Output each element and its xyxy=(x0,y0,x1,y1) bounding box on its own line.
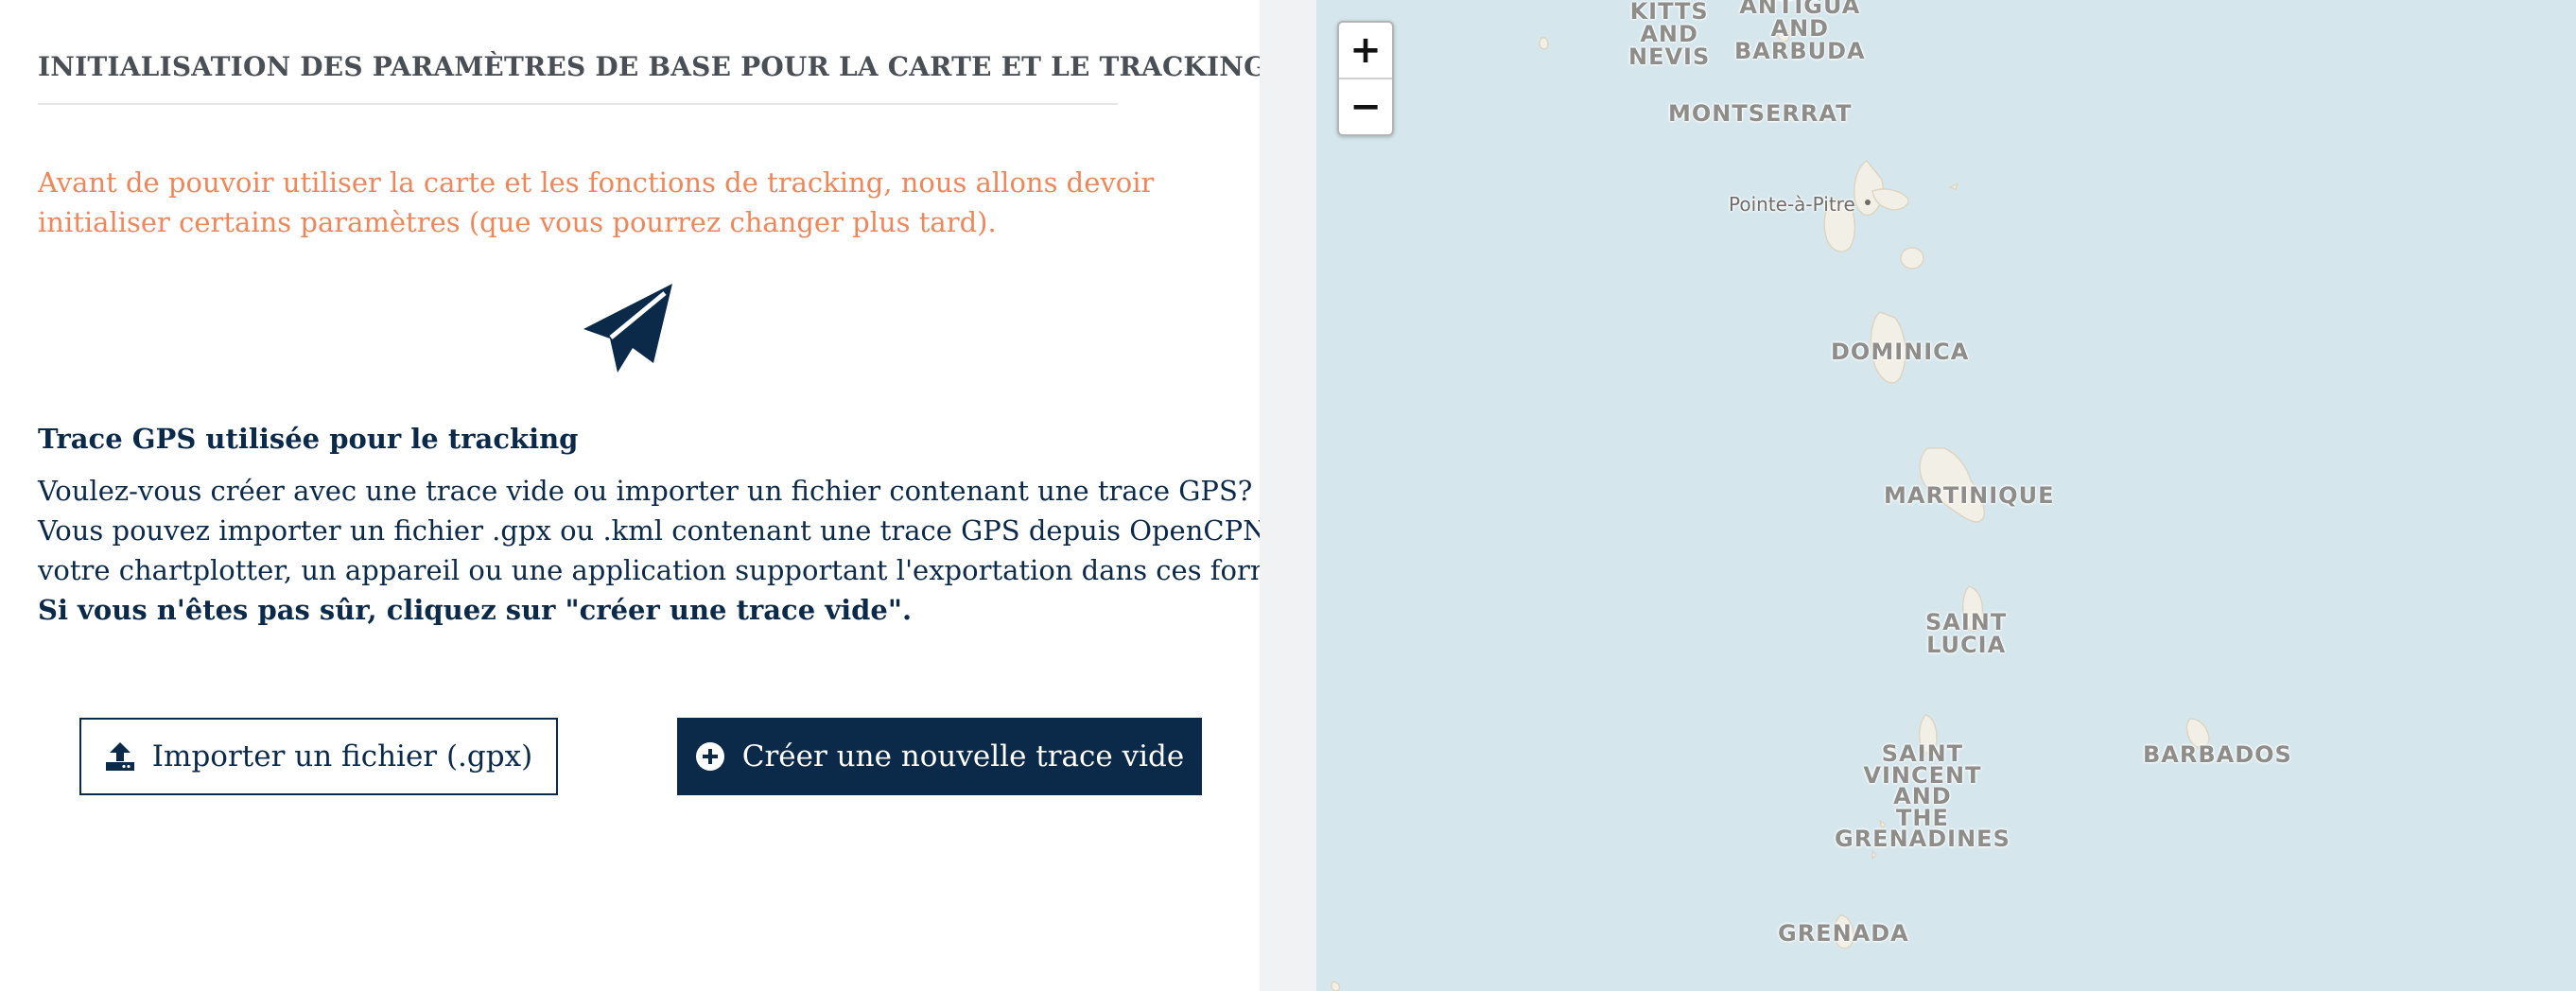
intro-text: Avant de pouvoir utiliser la carte et le… xyxy=(38,166,1155,238)
create-button-label: Créer une nouvelle trace vide xyxy=(741,739,1185,774)
upload-icon xyxy=(105,742,135,771)
map-label-grenada: GRENADA xyxy=(1778,920,1909,947)
map-label-antigua: ANTIGUA AND BARBUDA xyxy=(1734,0,1866,64)
tracking-description: Voulez-vous créer avec une trace vide ou… xyxy=(38,471,1327,630)
map-label-montserrat: MONTSERRAT xyxy=(1668,100,1853,127)
map-label-kitts: KITTS AND NEVIS xyxy=(1628,0,1711,70)
map-label-pointe-a-pitre: Pointe-à-Pitre xyxy=(1729,193,1855,216)
map-label-saint-vincent: SAINT VINCENT AND THE GRENADINES xyxy=(1835,740,2010,852)
zoom-out-button[interactable]: − xyxy=(1339,79,1392,134)
section-title: Trace GPS utilisée pour le tracking xyxy=(38,423,579,455)
map-view[interactable]: KITTS AND NEVIS ANTIGUA AND BARBUDA MONT… xyxy=(1316,0,2576,991)
map-label-saint-lucia: SAINT LUCIA xyxy=(1925,609,2008,658)
plus-circle-icon xyxy=(695,741,725,772)
zoom-control: + − xyxy=(1337,21,1394,136)
hint-line: Si vous n'êtes pas sûr, cliquez sur "cré… xyxy=(38,594,913,626)
import-button-label: Importer un fichier (.gpx) xyxy=(151,739,533,774)
map-label-dominica: DOMINICA xyxy=(1831,339,1970,365)
setup-panel: INITIALISATION DES PARAMÈTRES DE BASE PO… xyxy=(0,0,1327,991)
paper-plane-icon xyxy=(583,284,672,373)
import-gpx-button[interactable]: Importer un fichier (.gpx) xyxy=(79,718,558,795)
description-line: Vous pouvez importer un fichier .gpx ou … xyxy=(38,514,1274,547)
create-empty-track-button[interactable]: Créer une nouvelle trace vide xyxy=(677,718,1202,795)
map-label-barbados: BARBADOS xyxy=(2143,741,2292,768)
description-line: votre chartplotter, un appareil ou une a… xyxy=(38,554,1327,586)
map-label-martinique: MARTINIQUE xyxy=(1884,482,2055,509)
page-title: INITIALISATION DES PARAMÈTRES DE BASE PO… xyxy=(38,51,1266,105)
description-line: Voulez-vous créer avec une trace vide ou… xyxy=(38,475,1253,507)
panel-divider xyxy=(1260,0,1316,991)
city-marker xyxy=(1865,200,1871,205)
zoom-in-button[interactable]: + xyxy=(1339,23,1392,79)
